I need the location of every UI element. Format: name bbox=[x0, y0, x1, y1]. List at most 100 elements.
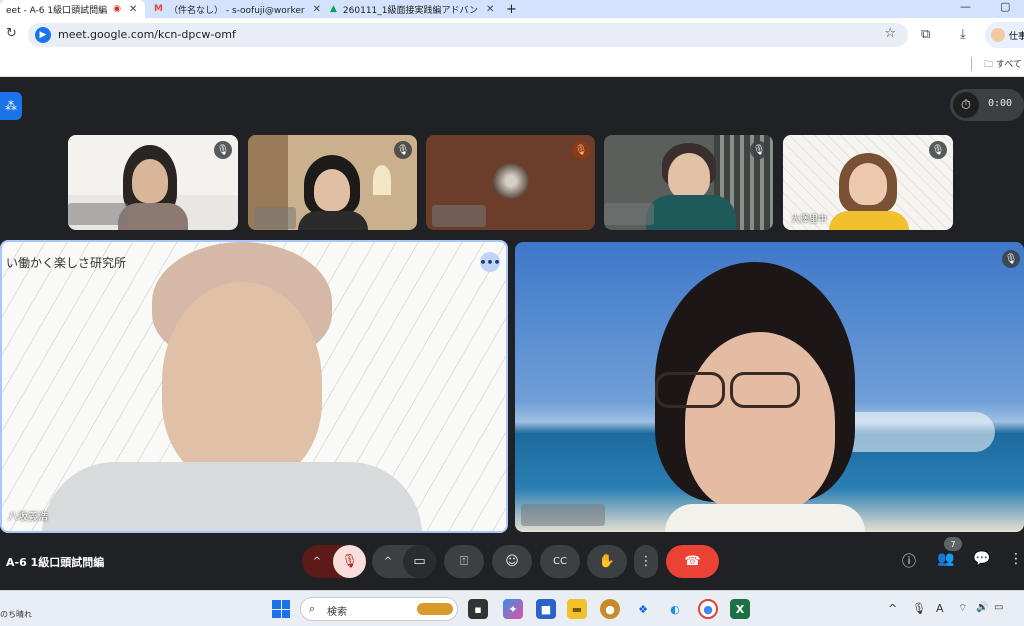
name-label bbox=[604, 203, 654, 225]
meeting-title: A-6 1級口頭試問編 bbox=[6, 556, 105, 569]
participant-body bbox=[646, 195, 736, 230]
reactions-button[interactable]: ☺ bbox=[492, 545, 532, 578]
name-label bbox=[432, 205, 486, 227]
dropbox-icon[interactable]: ❖ bbox=[633, 599, 653, 619]
new-tab-button[interactable]: + bbox=[500, 0, 520, 18]
participant-face bbox=[685, 332, 835, 512]
leave-call-button[interactable]: ☎ bbox=[666, 545, 719, 578]
participant-face bbox=[849, 163, 887, 205]
edge-icon[interactable]: ◐ bbox=[665, 599, 685, 619]
participant-body bbox=[118, 203, 188, 230]
participant-tile[interactable]: 🎙 bbox=[68, 135, 238, 230]
search-placeholder: 検索 bbox=[327, 607, 347, 618]
search-highlight-icon bbox=[417, 603, 453, 615]
bookmark-star-icon[interactable]: ☆ bbox=[884, 26, 896, 41]
tab-drive[interactable]: ▲ 260111_1級面接実践編アドバン ✕ bbox=[324, 0, 494, 18]
participant-tile[interactable]: 🎙 bbox=[248, 135, 417, 230]
drive-icon: ▲ bbox=[330, 4, 337, 14]
mic-icon[interactable]: 🎙 bbox=[912, 602, 926, 615]
bookmark-folder-label: すべて bbox=[995, 60, 1022, 70]
avatar bbox=[991, 28, 1005, 42]
battery-icon[interactable]: ▭ bbox=[994, 602, 1003, 613]
close-icon[interactable]: ✕ bbox=[486, 4, 494, 15]
participant-tile[interactable]: 🎙 bbox=[426, 135, 595, 230]
file-explorer-icon[interactable]: ▬ bbox=[567, 599, 587, 619]
site-info-icon[interactable]: ▶ bbox=[35, 27, 51, 43]
mic-options-chevron-icon[interactable]: ^ bbox=[302, 545, 332, 578]
captions-button[interactable]: CC bbox=[540, 545, 580, 578]
chrome-icon[interactable]: ● bbox=[698, 599, 718, 619]
profile-label: 仕事 bbox=[1009, 31, 1024, 42]
glasses-left bbox=[655, 372, 725, 408]
muted-mic-icon: 🎙 bbox=[572, 141, 590, 159]
windows-start-icon[interactable] bbox=[272, 600, 290, 618]
tab-title: 260111_1級面接実践編アドバン bbox=[342, 5, 478, 16]
participant-tile[interactable]: 大澤里中 🎙 bbox=[783, 135, 953, 230]
maximize-icon[interactable]: ▢ bbox=[1000, 0, 1010, 13]
excel-icon[interactable]: X bbox=[730, 599, 750, 619]
participant-tile[interactable]: 🎙 bbox=[604, 135, 773, 230]
speaker-icon[interactable]: 🔊 bbox=[976, 602, 988, 613]
raise-hand-button[interactable]: ✋ bbox=[587, 545, 627, 578]
glasses-right bbox=[730, 372, 800, 408]
tab-title: eet - A-6 1級口頭試問編 bbox=[6, 5, 108, 16]
participant-body bbox=[829, 211, 909, 230]
reload-icon[interactable]: ↻ bbox=[6, 26, 17, 41]
chat-icon[interactable]: 💬 bbox=[973, 551, 990, 567]
tab-strip: eet - A-6 1級口頭試問編 ◉ ✕ M （件名なし） - s-oofuj… bbox=[0, 0, 1024, 18]
participant-sweater bbox=[42, 462, 422, 531]
address-bar[interactable]: ▶ meet.google.com/kcn-dpcw-omf ☆ bbox=[28, 23, 908, 47]
participant-name: 大澤里中 bbox=[791, 215, 828, 225]
download-icon[interactable]: ⤓ bbox=[960, 27, 966, 42]
tab-meet[interactable]: eet - A-6 1級口頭試問編 ◉ ✕ bbox=[0, 0, 145, 18]
close-icon[interactable]: ✕ bbox=[129, 4, 137, 15]
activities-icon[interactable]: ⁂ bbox=[0, 92, 22, 120]
muted-mic-icon: 🎙 bbox=[394, 141, 412, 159]
present-screen-button[interactable]: ⍐ bbox=[444, 545, 484, 578]
windows-taskbar: のち晴れ ⌕ 検索 ▪ ✦ ■ ▬ ● ❖ ◐ ● X ^ 🎙 A ⌔ 🔊 ▭ bbox=[0, 590, 1024, 626]
tab-gmail[interactable]: M （件名なし） - s-oofuji@worker ✕ bbox=[148, 0, 320, 18]
app-icon[interactable]: ● bbox=[600, 599, 620, 619]
search-icon: ⌕ bbox=[309, 602, 316, 615]
mic-toggle-button[interactable]: 🎙 bbox=[333, 545, 366, 578]
activities-grid-icon[interactable]: ⋮⋮ bbox=[1009, 551, 1024, 567]
muted-mic-icon: 🎙 bbox=[1002, 250, 1020, 268]
bookmark-folder[interactable]: 🗀 すべて bbox=[984, 57, 1022, 73]
participant-face bbox=[668, 153, 710, 199]
ime-indicator[interactable]: A bbox=[936, 602, 944, 615]
extensions-icon[interactable]: ⧉ bbox=[921, 27, 930, 42]
more-options-icon[interactable]: ••• bbox=[479, 252, 501, 272]
participant-body bbox=[665, 504, 865, 532]
profile-button[interactable]: 仕事 bbox=[985, 22, 1024, 48]
main-participant-tile[interactable]: 🎙 bbox=[515, 242, 1024, 532]
more-options-button[interactable]: ⋮ bbox=[634, 545, 658, 578]
name-label bbox=[254, 207, 296, 229]
task-view-icon[interactable]: ▪ bbox=[468, 599, 488, 619]
tray-chevron-icon[interactable]: ^ bbox=[888, 602, 897, 615]
divider bbox=[971, 57, 972, 71]
camera-toggle-button[interactable]: ▭ bbox=[403, 545, 436, 578]
store-icon[interactable]: ■ bbox=[536, 599, 556, 619]
avatar bbox=[493, 163, 529, 199]
timer-value: 0:00 bbox=[988, 98, 1013, 109]
people-icon[interactable]: 👥 bbox=[937, 551, 954, 567]
close-icon[interactable]: ✕ bbox=[313, 4, 320, 15]
taskbar-search-box[interactable]: ⌕ 検索 bbox=[300, 597, 458, 621]
muted-mic-icon: 🎙 bbox=[929, 141, 947, 159]
name-label bbox=[68, 203, 128, 225]
participant-face bbox=[132, 159, 168, 203]
muted-mic-icon: 🎙 bbox=[214, 141, 232, 159]
wifi-icon[interactable]: ⌔ bbox=[958, 602, 967, 615]
lamp bbox=[373, 165, 391, 195]
copilot-icon[interactable]: ✦ bbox=[503, 599, 523, 619]
participant-name: 八坂義浩 bbox=[8, 512, 48, 523]
info-icon[interactable]: ⓘ bbox=[902, 551, 916, 571]
url-text[interactable]: meet.google.com/kcn-dpcw-omf bbox=[58, 28, 236, 41]
minimize-icon[interactable]: — bbox=[960, 0, 971, 13]
recording-icon: ◉ bbox=[113, 4, 121, 14]
timer-widget[interactable]: ⏱ 0:00 bbox=[950, 89, 1024, 121]
stopwatch-icon: ⏱ bbox=[953, 92, 979, 118]
main-participant-tile[interactable]: い働かく楽しさ研究所 八坂義浩 ••• bbox=[0, 240, 508, 533]
camera-options-chevron-icon[interactable]: ^ bbox=[374, 545, 402, 578]
weather-text[interactable]: のち晴れ bbox=[0, 609, 32, 620]
